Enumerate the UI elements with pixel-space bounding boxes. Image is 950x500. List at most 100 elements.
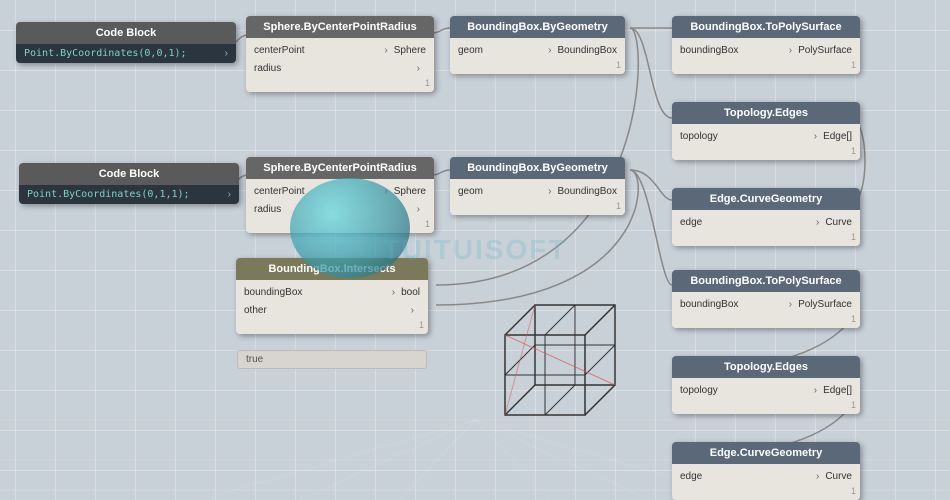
topo-edges1-output-label: Edge[] bbox=[823, 131, 852, 142]
bbox-topoly1-header: BoundingBox.ToPolySurface bbox=[672, 16, 860, 38]
bbox-topoly2-footer: 1 bbox=[672, 313, 860, 325]
topo-edges1-input-label: topology bbox=[680, 131, 808, 142]
node-canvas[interactable]: Code Block Point.ByCoordinates(0,0,1); ›… bbox=[0, 0, 950, 500]
bbox2-geom-label: geom bbox=[458, 186, 542, 197]
sphere1-centerpoint-label: centerPoint bbox=[254, 45, 378, 56]
bool-output: true bbox=[237, 350, 427, 369]
bbox-topoly1-node[interactable]: BoundingBox.ToPolySurface boundingBox › … bbox=[672, 16, 860, 74]
code-block-1-title: Code Block bbox=[96, 27, 157, 39]
edge-curvegeo2-footer: 1 bbox=[672, 485, 860, 497]
bbox2-footer: 1 bbox=[450, 200, 625, 212]
sphere2-row-centerpoint: centerPoint › Sphere bbox=[246, 182, 434, 200]
edge-curvegeo2-output-label: Curve bbox=[825, 471, 852, 482]
sphere1-radius-label: radius bbox=[254, 63, 411, 74]
edge-curvegeo1-output-label: Curve bbox=[825, 217, 852, 228]
bbox1-output-label: BoundingBox bbox=[558, 45, 618, 56]
topo-edges1-node[interactable]: Topology.Edges topology › Edge[] 1 bbox=[672, 102, 860, 160]
code-block-1-body: Point.ByCoordinates(0,0,1); › bbox=[16, 44, 236, 63]
bbox-topoly1-output-label: PolySurface bbox=[798, 45, 852, 56]
bbox1-title: BoundingBox.ByGeometry bbox=[467, 21, 608, 33]
bbox2-node[interactable]: BoundingBox.ByGeometry geom › BoundingBo… bbox=[450, 157, 625, 215]
topo-edges1-body: topology › Edge[] 1 bbox=[672, 124, 860, 160]
code-block-2-title: Code Block bbox=[99, 168, 160, 180]
bbox-intersects-other-label: other bbox=[244, 305, 405, 316]
code-block-1-code: Point.ByCoordinates(0,0,1); bbox=[24, 48, 187, 59]
edge-curvegeo1-input-label: edge bbox=[680, 217, 810, 228]
topo-edges2-body: topology › Edge[] 1 bbox=[672, 378, 860, 414]
topo-edges1-header: Topology.Edges bbox=[672, 102, 860, 124]
bbox1-header: BoundingBox.ByGeometry bbox=[450, 16, 625, 38]
bbox-topoly2-node[interactable]: BoundingBox.ToPolySurface boundingBox › … bbox=[672, 270, 860, 328]
bbox-topoly2-input-label: boundingBox bbox=[680, 299, 783, 310]
bbox-topoly1-row: boundingBox › PolySurface bbox=[672, 41, 860, 59]
edge-curvegeo2-body: edge › Curve 1 bbox=[672, 464, 860, 500]
bbox-topoly2-title: BoundingBox.ToPolySurface bbox=[690, 275, 841, 287]
sphere1-footer: 1 bbox=[246, 77, 434, 89]
sphere1-row-radius: radius › bbox=[246, 59, 434, 77]
topo-edges2-output-label: Edge[] bbox=[823, 385, 852, 396]
bbox-topoly1-footer: 1 bbox=[672, 59, 860, 71]
sphere1-body: centerPoint › Sphere radius › 1 bbox=[246, 38, 434, 92]
bbox1-body: geom › BoundingBox 1 bbox=[450, 38, 625, 74]
bbox-topoly2-body: boundingBox › PolySurface 1 bbox=[672, 292, 860, 328]
code-block-1-arrow: › bbox=[225, 48, 228, 59]
code-block-2-node[interactable]: Code Block Point.ByCoordinates(0,1,1); › bbox=[19, 163, 239, 204]
topo-edges1-footer: 1 bbox=[672, 145, 860, 157]
edge-curvegeo2-node[interactable]: Edge.CurveGeometry edge › Curve 1 bbox=[672, 442, 860, 500]
sphere2-title: Sphere.ByCenterPointRadius bbox=[263, 162, 416, 174]
bbox-topoly1-input-label: boundingBox bbox=[680, 45, 783, 56]
bbox-topoly2-output-label: PolySurface bbox=[798, 299, 852, 310]
topo-edges2-node[interactable]: Topology.Edges topology › Edge[] 1 bbox=[672, 356, 860, 414]
sphere1-title: Sphere.ByCenterPointRadius bbox=[263, 21, 416, 33]
sphere2-centerpoint-label: centerPoint bbox=[254, 186, 378, 197]
bbox1-node[interactable]: BoundingBox.ByGeometry geom › BoundingBo… bbox=[450, 16, 625, 74]
bbox-intersects-footer: 1 bbox=[236, 319, 428, 331]
sphere2-node[interactable]: Sphere.ByCenterPointRadius centerPoint ›… bbox=[246, 157, 434, 233]
code-block-2-header: Code Block bbox=[19, 163, 239, 185]
bbox-topoly2-row: boundingBox › PolySurface bbox=[672, 295, 860, 313]
sphere2-footer: 1 bbox=[246, 218, 434, 230]
bbox-intersects-row-other: other › bbox=[236, 301, 428, 319]
bbox-intersects-node[interactable]: BoundingBox.Intersects boundingBox › boo… bbox=[236, 258, 428, 334]
edge-curvegeo2-row: edge › Curve bbox=[672, 467, 860, 485]
sphere1-output-label: Sphere bbox=[394, 45, 426, 56]
bbox1-footer: 1 bbox=[450, 59, 625, 71]
code-block-1-header: Code Block bbox=[16, 22, 236, 44]
topo-edges2-footer: 1 bbox=[672, 399, 860, 411]
bbox-intersects-body: boundingBox › bool other › 1 bbox=[236, 280, 428, 334]
sphere1-header: Sphere.ByCenterPointRadius bbox=[246, 16, 434, 38]
edge-curvegeo1-node[interactable]: Edge.CurveGeometry edge › Curve 1 bbox=[672, 188, 860, 246]
sphere1-node[interactable]: Sphere.ByCenterPointRadius centerPoint ›… bbox=[246, 16, 434, 92]
bbox-intersects-row-bbox: boundingBox › bool bbox=[236, 283, 428, 301]
bbox-topoly2-header: BoundingBox.ToPolySurface bbox=[672, 270, 860, 292]
bool-output-value: true bbox=[246, 354, 263, 365]
topo-edges1-row: topology › Edge[] bbox=[672, 127, 860, 145]
bbox2-body: geom › BoundingBox 1 bbox=[450, 179, 625, 215]
topo-edges2-title: Topology.Edges bbox=[724, 361, 808, 373]
bbox1-row-geom: geom › BoundingBox bbox=[450, 41, 625, 59]
code-block-2-arrow: › bbox=[228, 189, 231, 200]
sphere2-output-label: Sphere bbox=[394, 186, 426, 197]
topo-edges1-title: Topology.Edges bbox=[724, 107, 808, 119]
bbox-topoly1-body: boundingBox › PolySurface 1 bbox=[672, 38, 860, 74]
topo-edges2-input-label: topology bbox=[680, 385, 808, 396]
bbox-intersects-header: BoundingBox.Intersects bbox=[236, 258, 428, 280]
bbox-intersects-output-label: bool bbox=[401, 287, 420, 298]
bbox2-output-label: BoundingBox bbox=[558, 186, 618, 197]
sphere2-row-radius: radius › bbox=[246, 200, 434, 218]
sphere2-radius-label: radius bbox=[254, 204, 411, 215]
edge-curvegeo1-title: Edge.CurveGeometry bbox=[710, 193, 822, 205]
bbox2-header: BoundingBox.ByGeometry bbox=[450, 157, 625, 179]
bbox-topoly1-title: BoundingBox.ToPolySurface bbox=[690, 21, 841, 33]
bbox1-geom-label: geom bbox=[458, 45, 542, 56]
code-block-1-node[interactable]: Code Block Point.ByCoordinates(0,0,1); › bbox=[16, 22, 236, 63]
sphere2-header: Sphere.ByCenterPointRadius bbox=[246, 157, 434, 179]
edge-curvegeo1-body: edge › Curve 1 bbox=[672, 210, 860, 246]
edge-curvegeo2-title: Edge.CurveGeometry bbox=[710, 447, 822, 459]
code-block-2-code: Point.ByCoordinates(0,1,1); bbox=[27, 189, 190, 200]
edge-curvegeo1-row: edge › Curve bbox=[672, 213, 860, 231]
topo-edges2-row: topology › Edge[] bbox=[672, 381, 860, 399]
bbox-intersects-title: BoundingBox.Intersects bbox=[268, 263, 395, 275]
edge-curvegeo1-footer: 1 bbox=[672, 231, 860, 243]
edge-curvegeo1-header: Edge.CurveGeometry bbox=[672, 188, 860, 210]
